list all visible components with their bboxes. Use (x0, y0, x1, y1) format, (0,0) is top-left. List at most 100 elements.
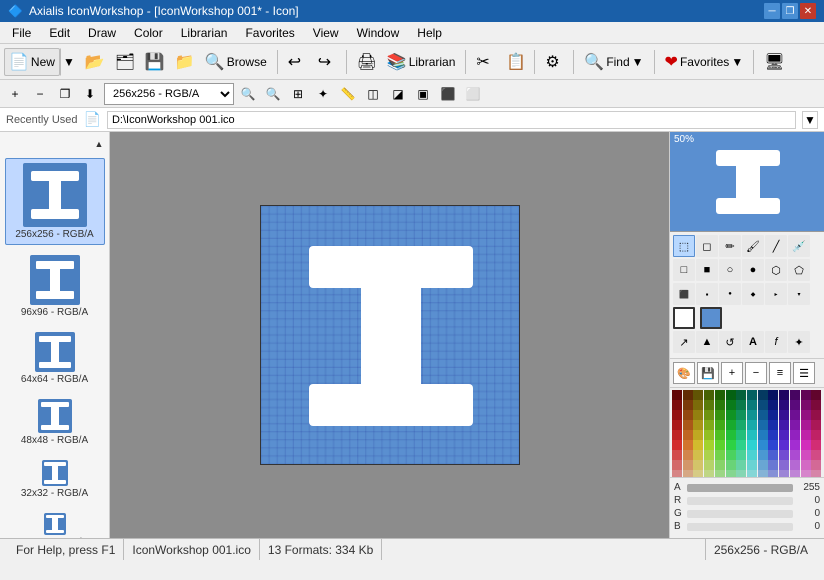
palette-color[interactable] (693, 460, 703, 470)
palette-color[interactable] (801, 390, 811, 400)
duplicate-size-button[interactable]: ❐ (54, 83, 76, 105)
palette-color[interactable] (779, 440, 789, 450)
tool-script[interactable]: f (765, 331, 787, 353)
canvas-area[interactable] (110, 132, 669, 538)
palette-color[interactable] (672, 420, 682, 430)
palette-color[interactable] (693, 450, 703, 460)
palette-color[interactable] (736, 450, 746, 460)
menu-file[interactable]: File (4, 24, 39, 42)
palette-color[interactable] (715, 430, 725, 440)
palette-color[interactable] (790, 460, 800, 470)
palette-color[interactable] (758, 400, 768, 410)
tool-dot2[interactable]: ▪ (696, 283, 718, 305)
palette-color[interactable] (672, 440, 682, 450)
palette-color[interactable] (715, 400, 725, 410)
menu-librarian[interactable]: Librarian (173, 24, 236, 42)
palette-color[interactable] (779, 390, 789, 400)
tool-fx[interactable]: ✦ (788, 331, 810, 353)
palette-color[interactable] (693, 390, 703, 400)
palette-color[interactable] (779, 460, 789, 470)
palette-color[interactable] (768, 450, 778, 460)
palette-color[interactable] (726, 440, 736, 450)
palette-color[interactable] (811, 400, 821, 410)
palette-color[interactable] (758, 390, 768, 400)
tool-triangle[interactable]: ▲ (696, 331, 718, 353)
color-tool-add[interactable]: + (721, 362, 743, 384)
tool-gradient[interactable]: ↗ (673, 331, 695, 353)
zoom-in-button[interactable]: 🔍 (237, 83, 259, 105)
icon-size-256[interactable]: 256x256 - RGB/A (5, 158, 105, 245)
color-tool-save[interactable]: 💾 (697, 362, 719, 384)
palette-color[interactable] (811, 420, 821, 430)
palette-color[interactable] (672, 390, 682, 400)
save-button[interactable]: 💾 (140, 48, 168, 76)
palette-color[interactable] (715, 470, 725, 477)
palette-color[interactable] (726, 400, 736, 410)
tool-fg-color[interactable] (673, 307, 695, 329)
palette-color[interactable] (790, 430, 800, 440)
palette-color[interactable] (801, 470, 811, 477)
palette-color[interactable] (811, 390, 821, 400)
palette-color[interactable] (704, 410, 714, 420)
palette-color[interactable] (693, 400, 703, 410)
palette-color[interactable] (693, 410, 703, 420)
icon-canvas[interactable] (260, 205, 520, 465)
tool-bg-color[interactable] (700, 307, 722, 329)
restore-button[interactable]: ❐ (782, 3, 798, 19)
print-button[interactable]: 🖨 (352, 48, 380, 76)
palette-color[interactable] (801, 400, 811, 410)
palette-color[interactable] (672, 400, 682, 410)
palette-color[interactable] (758, 440, 768, 450)
tool-dot3[interactable]: ● (719, 283, 741, 305)
palette-color[interactable] (790, 450, 800, 460)
menu-draw[interactable]: Draw (80, 24, 124, 42)
menu-color[interactable]: Color (126, 24, 171, 42)
palette-color[interactable] (683, 410, 693, 420)
palette-color[interactable] (683, 450, 693, 460)
palette-color[interactable] (790, 390, 800, 400)
palette-color[interactable] (758, 430, 768, 440)
palette-color[interactable] (715, 440, 725, 450)
palette-color[interactable] (779, 430, 789, 440)
tool-pencil[interactable]: ✏ (719, 235, 741, 257)
palette-color[interactable] (747, 440, 757, 450)
palette-color[interactable] (801, 430, 811, 440)
palette-color[interactable] (736, 390, 746, 400)
tool-dot6[interactable]: ▾ (788, 283, 810, 305)
palette-color[interactable] (672, 410, 682, 420)
palette-color[interactable] (693, 420, 703, 430)
undo-button[interactable]: ↩ (283, 48, 311, 76)
tool-dropper[interactable]: 💉 (788, 235, 810, 257)
palette-color[interactable] (747, 420, 757, 430)
palette-color[interactable] (726, 420, 736, 430)
palette-color[interactable] (801, 410, 811, 420)
palette-color[interactable] (768, 460, 778, 470)
palette-color[interactable] (768, 430, 778, 440)
icon-size-48[interactable]: 48x48 - RGB/A (5, 395, 105, 450)
palette-color[interactable] (693, 430, 703, 440)
snap-button[interactable]: ✦ (312, 83, 334, 105)
palette-color[interactable] (768, 440, 778, 450)
palette-color[interactable] (768, 400, 778, 410)
color-tool-menu[interactable]: ☰ (793, 362, 815, 384)
palette-color[interactable] (790, 440, 800, 450)
palette-color[interactable] (758, 470, 768, 477)
palette-color[interactable] (747, 450, 757, 460)
monitor-button[interactable]: 🖥 (759, 48, 787, 76)
palette-color[interactable] (704, 460, 714, 470)
palette-color[interactable] (790, 410, 800, 420)
palette-color[interactable] (811, 460, 821, 470)
test-btn1[interactable]: ◫ (362, 83, 384, 105)
palette-color[interactable] (811, 430, 821, 440)
palette-color[interactable] (683, 420, 693, 430)
palette-color[interactable] (790, 400, 800, 410)
recently-dropdown-button[interactable]: ▼ (802, 111, 818, 129)
cut-button[interactable]: ✂ (471, 48, 499, 76)
menu-window[interactable]: Window (349, 24, 408, 42)
palette-color[interactable] (736, 470, 746, 477)
palette-color[interactable] (790, 420, 800, 430)
palette-color[interactable] (779, 450, 789, 460)
tool-rect-fill[interactable]: ■ (696, 259, 718, 281)
menu-help[interactable]: Help (409, 24, 450, 42)
size-selector[interactable]: 256x256 - RGB/A 128x128 - RGB/A 96x96 - … (104, 83, 234, 105)
